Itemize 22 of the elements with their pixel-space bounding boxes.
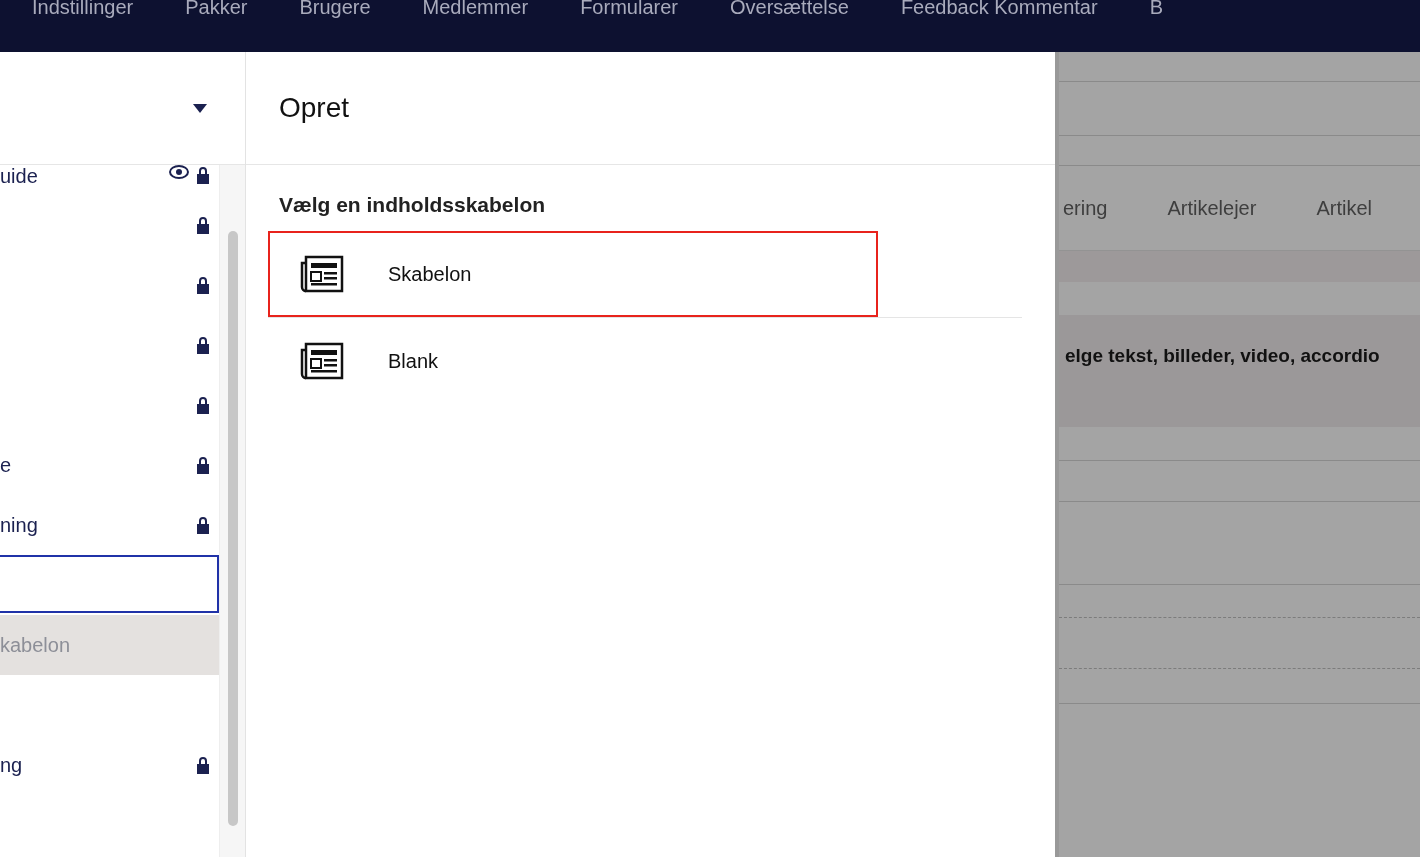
tab[interactable]: Artikelejer <box>1167 196 1257 220</box>
description-text: elge tekst, billeder, video, accordio <box>1059 315 1420 427</box>
nav-link[interactable]: Indstillinger <box>0 0 154 19</box>
dialog-title: Opret <box>279 92 350 124</box>
tree-item[interactable]: uide <box>0 165 220 195</box>
tree-item[interactable]: ning <box>0 495 220 555</box>
nav-link[interactable]: Formularer <box>548 0 698 19</box>
document-icon <box>300 255 344 293</box>
nav-link[interactable]: Pakker <box>153 0 268 19</box>
tree-item[interactable]: ng <box>0 735 220 795</box>
caret-icon[interactable] <box>193 103 207 113</box>
nav-link[interactable]: Medlemmer <box>390 0 549 19</box>
template-option[interactable]: Skabelon <box>268 231 878 317</box>
nav-link[interactable]: Brugere <box>267 0 391 19</box>
nav-link[interactable]: Feedback Kommentar <box>868 0 1118 19</box>
section-heading: Vælg en indholdsskabelon <box>279 193 547 217</box>
tab[interactable]: ering <box>1063 196 1108 220</box>
tab[interactable]: Artikel <box>1316 196 1372 220</box>
nav-link[interactable]: Oversættelse <box>697 0 869 19</box>
document-icon <box>300 342 344 380</box>
tree-item[interactable]: e <box>0 435 220 495</box>
nav-link[interactable]: B <box>1117 0 1183 19</box>
